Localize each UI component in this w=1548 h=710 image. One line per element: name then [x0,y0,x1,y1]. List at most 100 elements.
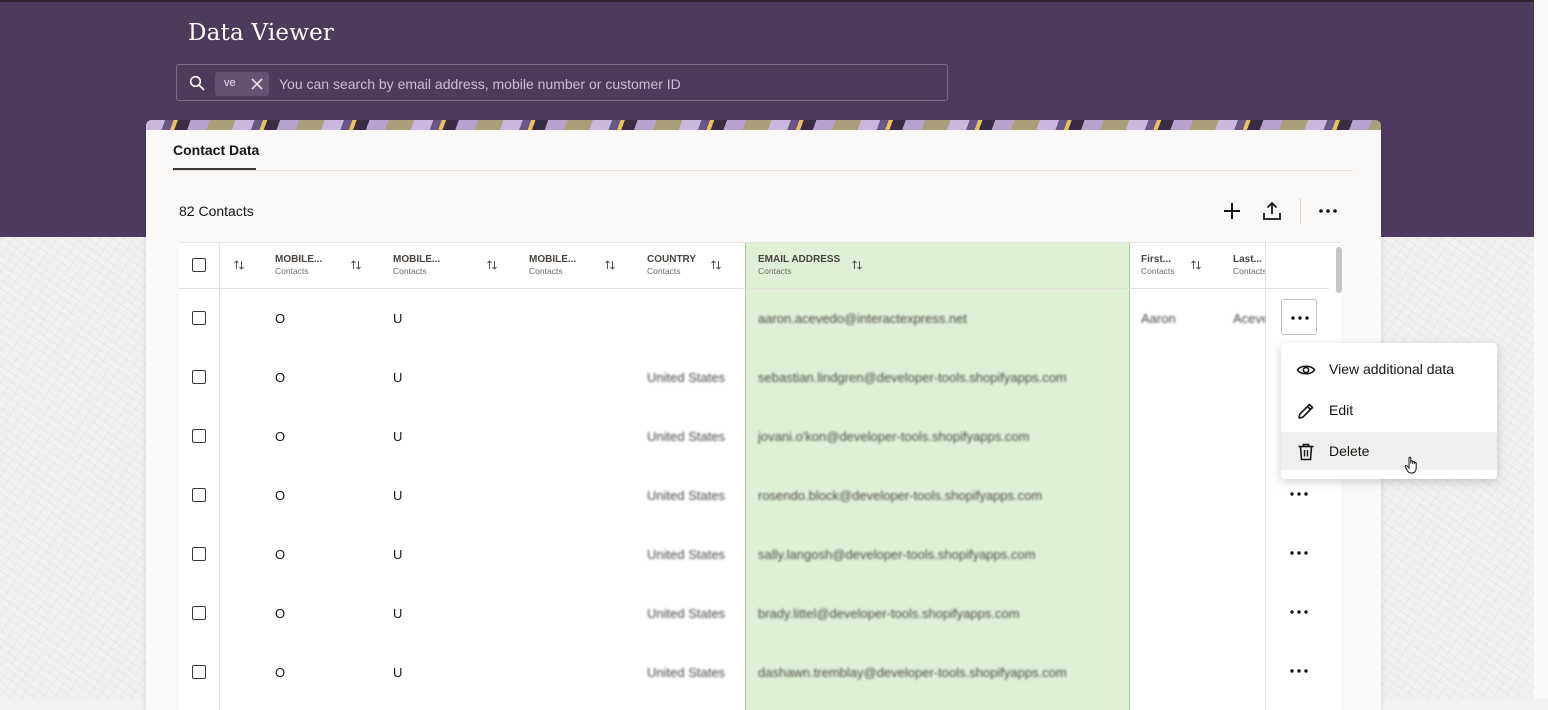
cell-mobile-2: U [393,606,403,621]
cell-mobile-2: U [393,311,403,326]
row-checkbox[interactable] [192,370,206,384]
contact-data-card: Contact Data 82 Contacts MOBILE... Conta… [146,120,1381,710]
column-header-first-name[interactable]: First... Contacts [1141,254,1175,276]
cell-country: United States [647,547,726,562]
pencil-icon [1298,403,1314,419]
column-header-mobile-1[interactable]: MOBILE... Contacts [275,254,322,276]
tab-divider [173,170,1353,171]
column-header-email-address[interactable]: EMAIL ADDRESS Contacts [758,254,840,276]
row-checkbox[interactable] [192,311,206,325]
search-input[interactable] [277,73,931,95]
cell-email: brady.littel@developer-tools.shopifyapps… [758,606,1020,621]
table-scrollbar-thumb[interactable] [1336,247,1342,293]
column-header-mobile-2[interactable]: MOBILE... Contacts [393,254,440,276]
row-actions-button[interactable] [1281,299,1317,335]
row-checkbox[interactable] [192,547,206,561]
search-icon [189,75,205,91]
cell-last-name: Aceve [1233,311,1265,326]
sort-icon[interactable] [710,259,722,271]
column-subtitle: Contacts [275,266,309,276]
cell-email: sally.langosh@developer-tools.shopifyapp… [758,547,1036,562]
ellipsis-icon [1290,669,1308,673]
column-title: COUNTRY [647,254,697,265]
ellipsis-icon [1290,610,1308,614]
plus-icon [1224,203,1240,219]
menu-item-view-additional-data[interactable]: View additional data [1281,350,1497,388]
cell-email: jovani.o'kon@developer-tools.shopifyapps… [758,429,1030,444]
page-title: Data Viewer [188,20,335,46]
search-box[interactable]: ve [176,64,948,101]
sort-icon[interactable] [350,259,362,271]
upload-icon [1263,201,1281,220]
cell-mobile-2: U [393,370,403,385]
column-header-last-name[interactable]: Last... Contacts [1233,254,1265,276]
hand-cursor-icon [1404,456,1417,474]
menu-item-edit[interactable]: Edit [1281,391,1497,429]
row-checkbox[interactable] [192,429,206,443]
column-subtitle: Contacts [393,266,427,276]
select-all-checkbox[interactable] [192,258,206,272]
column-subtitle: Contacts [1141,266,1175,276]
cell-country: United States [647,488,726,503]
cell-mobile-2: U [393,429,403,444]
ellipsis-icon [1290,551,1308,555]
actions-column-divider [1265,242,1266,710]
row-actions-button[interactable] [1281,653,1317,689]
trash-icon [1298,443,1314,461]
cell-mobile-1: O [275,547,286,562]
cell-email: aaron.acevedo@interactexpress.net [758,311,968,326]
menu-item-label: Delete [1329,443,1370,459]
cell-country: United States [647,665,726,680]
row-actions-button[interactable] [1281,535,1317,571]
column-title: EMAIL ADDRESS [758,254,841,265]
ellipsis-icon [1319,209,1337,213]
row-actions-button[interactable] [1281,476,1317,512]
cell-country: United States [647,370,726,385]
row-actions-button[interactable] [1281,594,1317,630]
cell-mobile-2: U [393,488,403,503]
toolbar-separator [1300,198,1301,224]
cell-email: dashawn.tremblay@developer-tools.shopify… [758,665,1067,680]
column-header-country[interactable]: COUNTRY Contacts [647,254,696,276]
eye-icon [1296,365,1316,375]
column-subtitle: Contacts [758,266,792,276]
table-top-border [179,242,1341,243]
sort-icon[interactable] [1190,259,1202,271]
cell-email: sebastian.lindgren@developer-tools.shopi… [758,370,1067,385]
ellipsis-icon [1291,316,1309,320]
add-contact-button[interactable] [1217,198,1247,224]
close-icon[interactable] [249,76,265,92]
row-checkbox[interactable] [192,488,206,502]
selection-column-divider [219,242,220,710]
column-subtitle: Contacts [1233,266,1265,276]
cell-mobile-1: O [275,606,286,621]
column-title: MOBILE... [529,254,577,265]
sort-icon[interactable] [604,259,616,271]
sort-icon[interactable] [233,259,245,271]
cell-mobile-2: U [393,547,403,562]
menu-item-label: View additional data [1329,361,1455,377]
sort-icon[interactable] [486,259,498,271]
search-filter-chip[interactable]: ve [215,72,269,96]
right-edge-strip [1534,0,1548,699]
column-title: First... [1141,254,1172,265]
toolbar-more-button[interactable] [1313,198,1343,224]
column-header-mobile-3[interactable]: MOBILE... Contacts [529,254,576,276]
cell-mobile-1: O [275,429,286,444]
cell-mobile-1: O [275,311,286,326]
cell-mobile-1: O [275,488,286,503]
cell-mobile-1: O [275,665,286,680]
contact-count: 82 Contacts [179,203,254,219]
cell-first-name: Aaron [1141,311,1176,326]
export-button[interactable] [1257,198,1287,224]
column-title: MOBILE... [275,254,323,265]
search-chip-label: ve [224,77,236,89]
sort-icon[interactable] [851,259,863,271]
menu-item-delete[interactable]: Delete [1281,432,1497,470]
ellipsis-icon [1290,492,1308,496]
row-checkbox[interactable] [192,665,206,679]
tab-contact-data[interactable]: Contact Data [173,142,259,170]
menu-item-label: Edit [1329,402,1354,418]
cell-email: rosendo.block@developer-tools.shopifyapp… [758,488,1043,503]
row-checkbox[interactable] [192,606,206,620]
